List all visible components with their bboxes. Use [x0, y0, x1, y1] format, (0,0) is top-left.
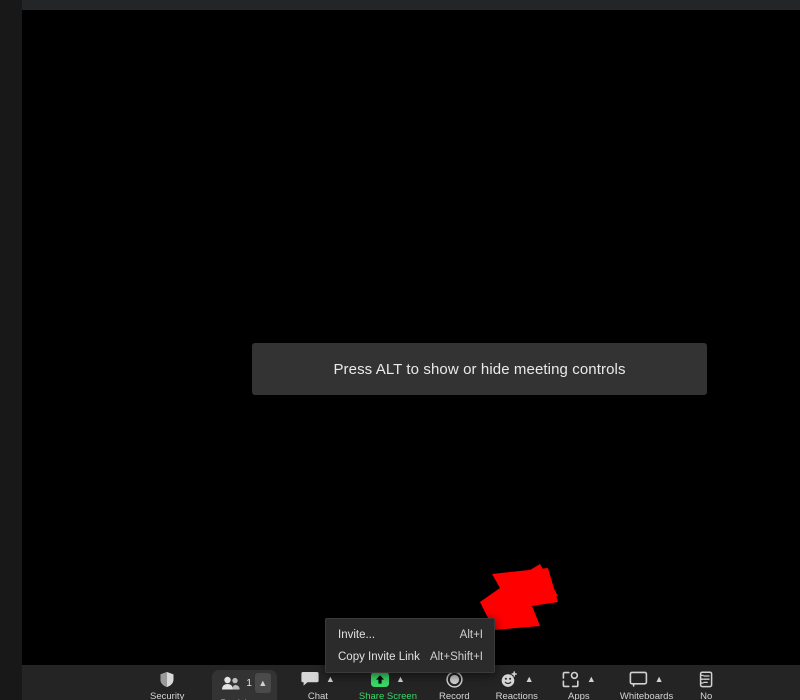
toolbar-button-apps[interactable]: ▲ Apps	[560, 665, 598, 700]
toolbar-label-notes: No	[700, 691, 713, 700]
toolbar-button-participants[interactable]: 1 ▲ Participants	[212, 665, 277, 700]
participants-highlight[interactable]: 1 ▲ Participants	[212, 670, 277, 700]
menu-item-copy-invite-link-label: Copy Invite Link	[338, 651, 420, 663]
zoom-meeting-window: Press ALT to show or hide meeting contro…	[0, 0, 800, 700]
desktop-background-top	[0, 0, 800, 10]
chevron-up-icon-reactions[interactable]: ▲	[523, 670, 536, 688]
notes-icon	[695, 670, 717, 688]
desktop-background-left	[0, 0, 22, 700]
toolbar-label-record: Record	[438, 691, 470, 700]
toolbar-label-security: Security	[150, 691, 185, 700]
menu-item-copy-invite-link-shortcut: Alt+Shift+I	[429, 651, 483, 663]
participants-count: 1	[246, 677, 252, 689]
meeting-controls-hint-text: Press ALT to show or hide meeting contro…	[333, 360, 626, 378]
video-stage[interactable]: Press ALT to show or hide meeting contro…	[22, 10, 800, 700]
apps-icon	[560, 670, 582, 688]
chevron-up-icon-participants[interactable]: ▲	[254, 673, 271, 693]
participants-context-menu[interactable]: Invite... Alt+I Copy Invite Link Alt+Shi…	[325, 618, 495, 673]
menu-item-invite-shortcut: Alt+I	[459, 629, 483, 641]
chat-bubble-icon	[299, 670, 321, 688]
toolbar-label-whiteboards: Whiteboards	[619, 691, 674, 700]
menu-item-invite-label: Invite...	[338, 629, 376, 641]
menu-item-invite[interactable]: Invite... Alt+I	[326, 624, 494, 646]
menu-item-copy-invite-link[interactable]: Copy Invite Link Alt+Shift+I	[326, 646, 494, 668]
people-icon	[220, 674, 242, 692]
toolbar-button-security[interactable]: Security	[150, 665, 184, 700]
reactions-icon	[498, 670, 520, 688]
chevron-up-icon-whiteboards[interactable]: ▲	[653, 670, 666, 688]
toolbar-label-apps: Apps	[568, 691, 590, 700]
whiteboard-icon	[628, 670, 650, 688]
chevron-up-icon-apps[interactable]: ▲	[585, 670, 598, 688]
toolbar-label-chat: Chat	[307, 691, 328, 700]
toolbar-label-share-screen: Share Screen	[358, 691, 417, 700]
toolbar-button-reactions[interactable]: ▲ Reactions	[496, 665, 538, 700]
toolbar-label-reactions: Reactions	[495, 691, 538, 700]
shield-icon	[156, 670, 178, 688]
toolbar-button-notes[interactable]: No	[695, 665, 717, 700]
meeting-controls-hint: Press ALT to show or hide meeting contro…	[252, 343, 707, 395]
toolbar-button-whiteboards[interactable]: ▲ Whiteboards	[620, 665, 673, 700]
